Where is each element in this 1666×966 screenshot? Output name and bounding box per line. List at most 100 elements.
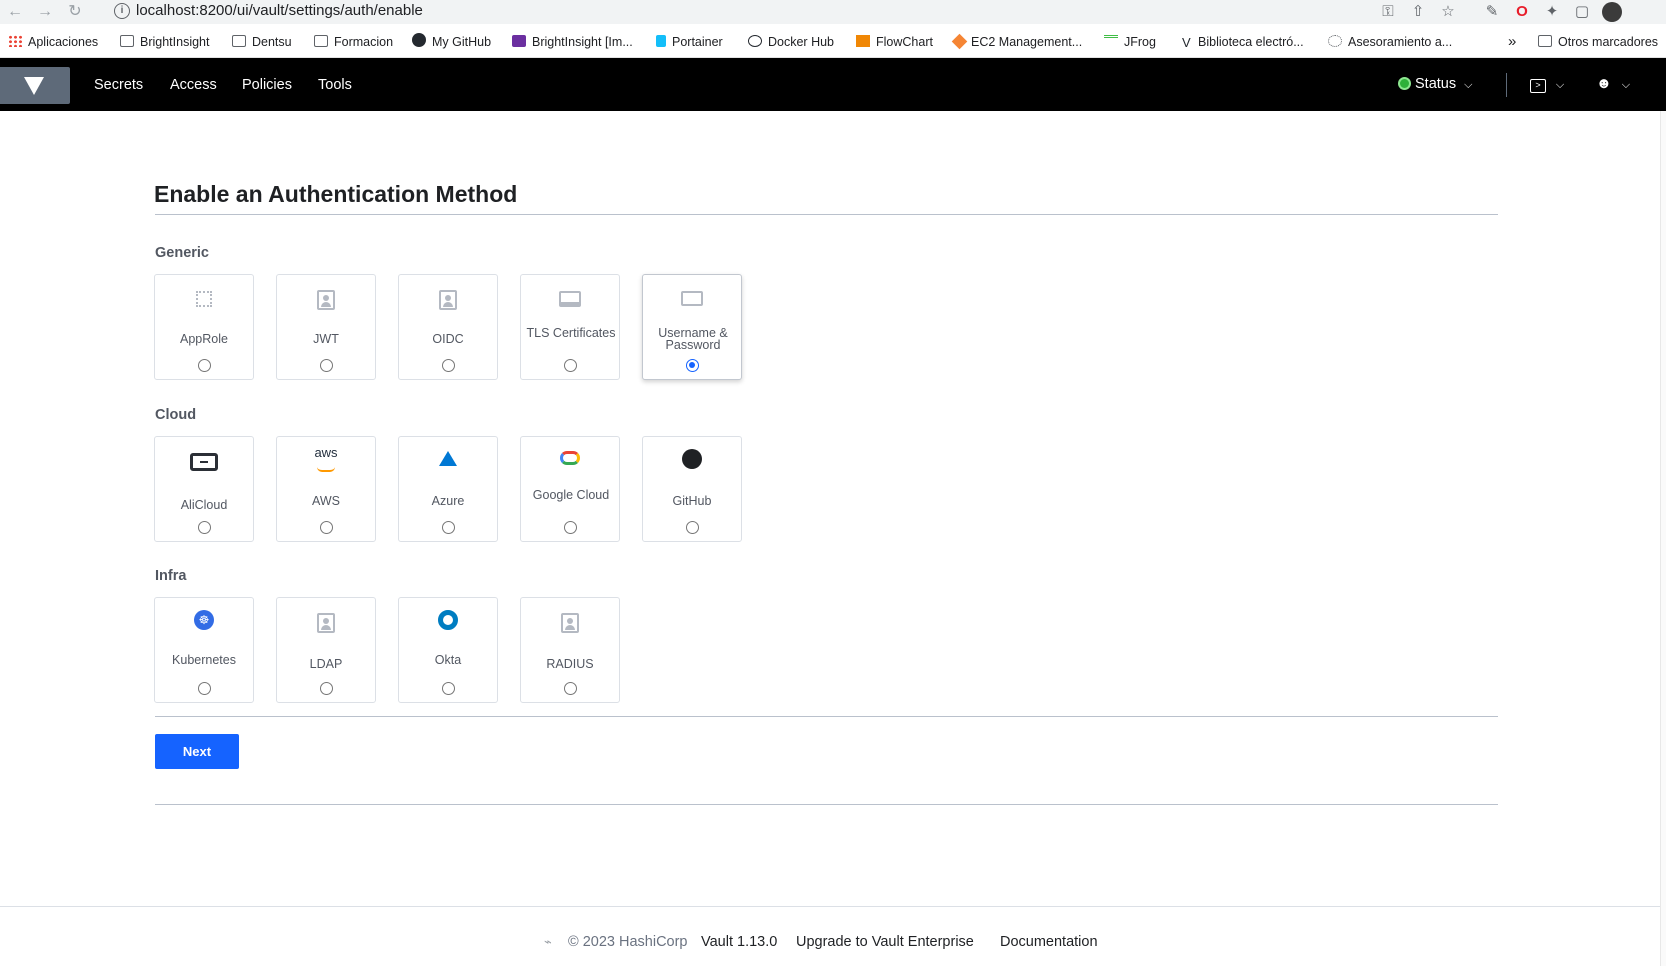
bookmark-apps[interactable]: Aplicaciones [8, 33, 98, 51]
footer-docs-link[interactable]: Documentation [1000, 934, 1098, 950]
next-button[interactable]: Next [155, 734, 239, 769]
bookmarks-overflow[interactable]: » [1508, 33, 1516, 51]
scrollbar-track[interactable] [1660, 111, 1666, 966]
method-radio[interactable] [564, 682, 577, 695]
hashicorp-logo-icon: ⌁ [544, 934, 552, 949]
auth-method-userpass[interactable]: Username & Password [642, 274, 742, 380]
bookmark-dentsu[interactable]: Dentsu [232, 33, 292, 51]
method-radio[interactable] [198, 682, 211, 695]
aws-icon: aws [277, 446, 375, 472]
back-icon[interactable]: ← [4, 1, 26, 23]
chip-icon [155, 287, 253, 311]
footer-copyright: © 2023 HashiCorp [568, 934, 688, 950]
user-doc-icon [277, 287, 375, 311]
auth-method-radius[interactable]: RADIUS [520, 597, 620, 703]
method-radio[interactable] [320, 359, 333, 372]
method-radio[interactable] [442, 682, 455, 695]
footer-divider [0, 906, 1660, 907]
extensions-icon[interactable]: ✦ [1542, 2, 1562, 22]
alicloud-icon [155, 451, 253, 475]
method-radio[interactable] [686, 359, 699, 372]
status-menu[interactable]: Status ⌵ [1398, 76, 1472, 92]
method-radio[interactable] [564, 359, 577, 372]
method-radio[interactable] [442, 521, 455, 534]
auth-method-jwt[interactable]: JWT [276, 274, 376, 380]
opera-icon[interactable]: O [1512, 2, 1532, 22]
vault-home-button[interactable] [0, 67, 70, 104]
method-radio[interactable] [564, 521, 577, 534]
auth-method-oidc[interactable]: OIDC [398, 274, 498, 380]
bookmark-label: Aplicaciones [28, 35, 99, 49]
method-radio[interactable] [198, 359, 211, 372]
apps-grid-icon [8, 35, 22, 47]
bookmark-label: BrightInsight [Im... [532, 35, 633, 49]
bookmark-otros[interactable]: Otros marcadores [1538, 33, 1658, 51]
bookmark-asesoramiento[interactable]: Asesoramiento a... [1328, 33, 1452, 51]
auth-method-google-cloud[interactable]: Google Cloud [520, 436, 620, 542]
vault-logo-icon [24, 77, 44, 95]
method-radio[interactable] [686, 521, 699, 534]
bookmark-ec2[interactable]: EC2 Management... [951, 33, 1083, 51]
auth-method-kubernetes[interactable]: ☸ Kubernetes [154, 597, 254, 703]
bookmark-brightinsight[interactable]: BrightInsight [120, 33, 209, 51]
auth-method-okta[interactable]: Okta [398, 597, 498, 703]
url-text[interactable]: localhost:8200/ui/vault/settings/auth/en… [136, 2, 423, 19]
bookmark-label: Otros marcadores [1558, 35, 1659, 49]
page-title: Enable an Authentication Method [154, 181, 518, 207]
method-radio[interactable] [320, 682, 333, 695]
auth-method-github[interactable]: GitHub [642, 436, 742, 542]
auth-method-approle[interactable]: AppRole [154, 274, 254, 380]
auth-method-ldap[interactable]: LDAP [276, 597, 376, 703]
method-label: Google Cloud [532, 488, 610, 502]
bookmark-jfrog[interactable]: JFrog [1104, 33, 1156, 51]
address-bar[interactable]: i localhost:8200/ui/vault/settings/auth/… [104, 0, 1470, 22]
footer-version[interactable]: Vault 1.13.0 [701, 934, 777, 950]
profile-avatar[interactable] [1602, 2, 1622, 22]
nav-tools[interactable]: Tools [318, 77, 352, 93]
method-label: AWS [311, 494, 340, 508]
star-icon[interactable]: ☆ [1438, 2, 1458, 22]
key-icon[interactable]: ⚿ [1378, 2, 1398, 22]
method-radio[interactable] [198, 521, 211, 534]
browser-window: ← → ↻ i localhost:8200/ui/vault/settings… [0, 0, 1666, 966]
bookmark-docker-hub[interactable]: Docker Hub [748, 33, 834, 51]
nav-policies[interactable]: Policies [242, 77, 292, 93]
bookmarks-bar: Aplicaciones BrightInsight Dentsu Formac… [0, 24, 1666, 58]
user-menu[interactable]: ☻ ⌵ [1596, 75, 1630, 92]
docker-icon [748, 35, 762, 47]
bookmark-brightinsight-im[interactable]: BrightInsight [Im... [512, 33, 633, 51]
chevron-down-icon: ⌵ [1464, 79, 1473, 91]
forward-icon[interactable]: → [34, 1, 56, 23]
jfrog-icon [1104, 35, 1118, 47]
bookmark-label: EC2 Management... [971, 35, 1083, 49]
nav-access[interactable]: Access [170, 77, 217, 93]
method-radio[interactable] [320, 521, 333, 534]
auth-method-tls-certificates[interactable]: TLS Certificates [520, 274, 620, 380]
method-radio[interactable] [442, 359, 455, 372]
share-icon[interactable]: ⇧ [1408, 2, 1428, 22]
bookmark-label: Biblioteca electró... [1198, 35, 1304, 49]
status-label: Status [1415, 76, 1457, 92]
aws-cube-icon [951, 33, 968, 50]
reload-icon[interactable]: ↻ [64, 1, 86, 23]
google-cloud-icon [521, 447, 619, 471]
eyedropper-icon[interactable]: ✎ [1482, 2, 1502, 22]
bookmark-my-github[interactable]: My GitHub [412, 33, 491, 51]
folder-icon [314, 35, 328, 47]
footer-upgrade-link[interactable]: Upgrade to Vault Enterprise [796, 934, 974, 950]
user-doc-icon [399, 287, 497, 311]
auth-method-azure[interactable]: Azure [398, 436, 498, 542]
bookmark-portainer[interactable]: Portainer [656, 33, 723, 51]
bookmark-label: My GitHub [432, 35, 492, 49]
bookmark-formacion[interactable]: Formacion [314, 33, 393, 51]
console-menu[interactable]: > ⌵ [1530, 75, 1564, 93]
bookmark-flowchart[interactable]: FlowChart [856, 33, 933, 51]
site-info-icon[interactable]: i [114, 3, 130, 19]
auth-method-aws[interactable]: aws AWS [276, 436, 376, 542]
auth-method-alicloud[interactable]: AliCloud [154, 436, 254, 542]
group-label-cloud: Cloud [155, 407, 197, 423]
nav-secrets[interactable]: Secrets [94, 77, 143, 93]
bookmark-biblioteca[interactable]: V Biblioteca electró... [1182, 33, 1304, 51]
sidepanel-icon[interactable]: ▢ [1572, 2, 1592, 22]
group-label-infra: Infra [155, 568, 187, 584]
